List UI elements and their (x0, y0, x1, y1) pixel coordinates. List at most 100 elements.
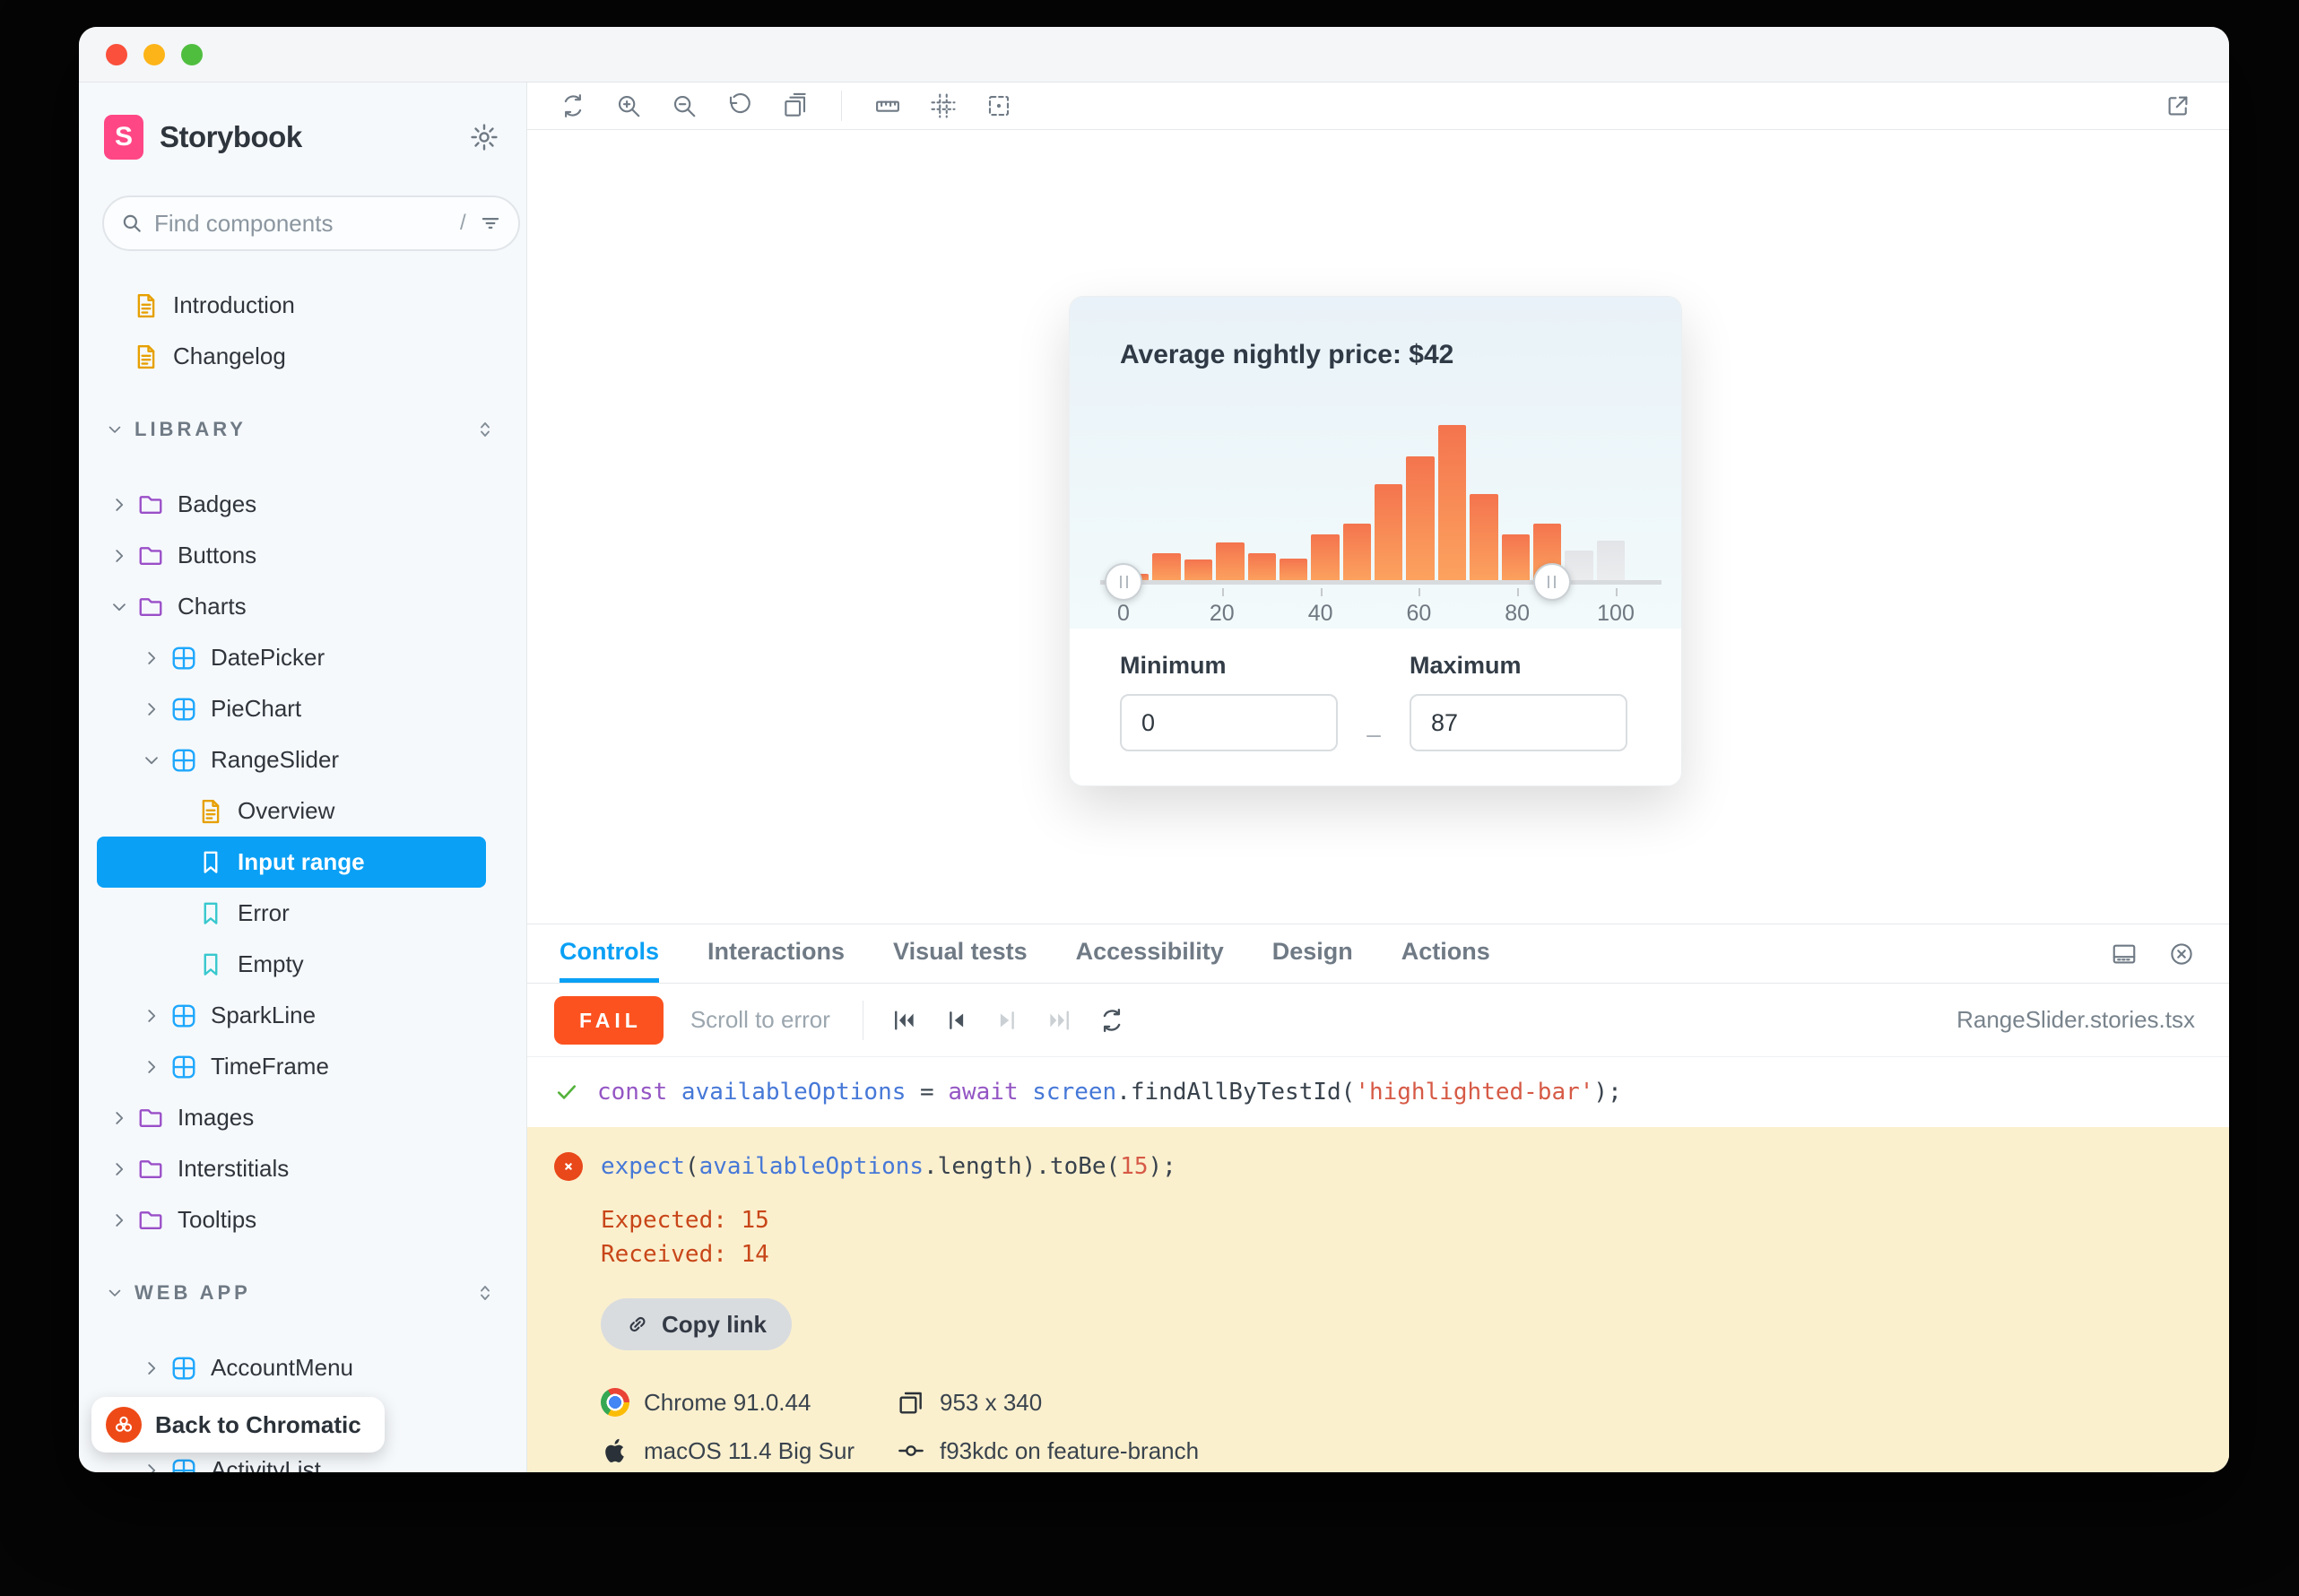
zoom-reset-icon[interactable] (712, 82, 768, 129)
sidebar-item-library[interactable]: LIBRARY (79, 407, 526, 452)
status-badge: FAIL (554, 996, 664, 1045)
axis-tick (1616, 588, 1618, 596)
zoom-out-icon[interactable] (656, 82, 712, 129)
sidebar-item-overview[interactable]: Overview (79, 785, 526, 837)
search-box[interactable]: / (102, 195, 520, 251)
sidebar-item-datepicker[interactable]: DatePicker (79, 632, 526, 683)
window-content: S Storybook / + IntroductionChangelogLIB… (79, 82, 2229, 1472)
slider-handle-max[interactable] (1533, 563, 1571, 601)
range-inputs-section: Minimum – Maximum (1070, 629, 1681, 751)
sidebar-item-input-range[interactable]: Input range (97, 837, 486, 888)
sidebar-item-sparkline[interactable]: SparkLine (79, 990, 526, 1041)
tab-visual-tests[interactable]: Visual tests (893, 924, 1028, 983)
remount-icon[interactable] (545, 82, 601, 129)
sidebar-item-label: Images (178, 1104, 254, 1132)
grid-icon[interactable] (915, 82, 971, 129)
panel-tabs: Controls Interactions Visual tests Accessib… (560, 924, 1490, 983)
external-link-icon[interactable] (2150, 82, 2206, 129)
sidebar-item-label: DatePicker (211, 644, 325, 672)
settings-gear-icon[interactable] (469, 122, 499, 152)
axis-tick-label: 40 (1308, 601, 1333, 627)
sidebar-item-label: LIBRARY (134, 418, 247, 441)
close-panel-icon[interactable] (2168, 941, 2195, 967)
histogram-bar (1438, 425, 1466, 582)
search-input[interactable] (154, 210, 455, 238)
histogram-bar (1152, 553, 1180, 582)
passed-step-code: const availableOptions = await screen.fi… (597, 1079, 1622, 1106)
component-icon (170, 1002, 197, 1029)
addon-panel: Controls Interactions Visual tests Accessib… (527, 924, 2229, 1472)
folder-icon (137, 1156, 164, 1183)
scroll-to-error-link[interactable]: Scroll to error (690, 1006, 830, 1034)
sidebar-item-label: SparkLine (211, 1002, 316, 1029)
measure-icon[interactable] (860, 82, 915, 129)
copy-link-button[interactable]: Copy link (601, 1298, 792, 1350)
tab-interactions[interactable]: Interactions (707, 924, 845, 983)
minimum-input[interactable] (1120, 694, 1338, 751)
axis-tick (1321, 588, 1323, 596)
window-minimize-button[interactable] (143, 44, 165, 65)
sidebar-item-images[interactable]: Images (79, 1092, 526, 1143)
sidebar-item-charts[interactable]: Charts (79, 581, 526, 632)
sidebar-item-interstitials[interactable]: Interstitials (79, 1143, 526, 1194)
slider-track[interactable] (1100, 580, 1661, 585)
rerun-icon[interactable] (1086, 994, 1138, 1046)
tab-design[interactable]: Design (1272, 924, 1353, 983)
expand-collapse-icon[interactable] (474, 1282, 496, 1304)
tab-accessibility[interactable]: Accessibility (1076, 924, 1224, 983)
code-token: availableOptions (699, 1153, 924, 1180)
histogram-bars (1121, 425, 1625, 582)
zoom-in-icon[interactable] (601, 82, 656, 129)
viewport-icon[interactable] (768, 82, 823, 129)
sidebar-item-introduction[interactable]: Introduction (79, 280, 526, 331)
tab-controls[interactable]: Controls (560, 924, 659, 983)
bookmark-icon (197, 849, 224, 876)
step-back-icon[interactable] (930, 994, 982, 1046)
window-close-button[interactable] (106, 44, 127, 65)
storybook-logo-icon: S (104, 115, 143, 160)
sidebar-item-piechart[interactable]: PieChart (79, 683, 526, 734)
sidebar-item-error[interactable]: Error (79, 888, 526, 939)
outline-icon[interactable] (971, 82, 1027, 129)
folder-icon (137, 491, 164, 518)
chevron-down-icon (106, 1284, 124, 1302)
maximum-input[interactable] (1410, 694, 1627, 751)
sidebar-item-label: Interstitials (178, 1155, 289, 1183)
tab-actions[interactable]: Actions (1401, 924, 1490, 983)
sidebar-item-timeframe[interactable]: TimeFrame (79, 1041, 526, 1092)
component-icon (170, 645, 197, 672)
histogram-bar (1216, 542, 1244, 582)
sidebar-item-empty[interactable]: Empty (79, 939, 526, 990)
panel-position-icon[interactable] (2111, 941, 2138, 967)
sidebar-item-badges[interactable]: Badges (79, 479, 526, 530)
window-zoom-button[interactable] (181, 44, 203, 65)
histogram-bar (1375, 484, 1402, 582)
folder-icon (137, 1105, 164, 1132)
expand-collapse-icon[interactable] (474, 419, 496, 440)
chrome-icon (601, 1388, 629, 1417)
test-runbar: FAIL Scroll to error RangeSlider.stories… (527, 984, 2229, 1057)
histogram-bar (1470, 494, 1497, 582)
sidebar-item-accountmenu[interactable]: AccountMenu (79, 1342, 526, 1393)
sidebar-item-web-app[interactable]: WEB APP (79, 1271, 526, 1315)
sidebar-item-changelog[interactable]: Changelog (79, 331, 526, 382)
sidebar-item-label: Buttons (178, 542, 256, 569)
search-shortcut: / (460, 211, 466, 236)
filter-icon[interactable] (479, 212, 502, 235)
sidebar-item-tooltips[interactable]: Tooltips (79, 1194, 526, 1245)
jump-start-icon[interactable] (878, 994, 930, 1046)
sidebar-item-buttons[interactable]: Buttons (79, 530, 526, 581)
chevron-right-icon (142, 648, 161, 668)
check-icon (554, 1080, 579, 1105)
viewport-size-icon (897, 1388, 925, 1417)
sidebar-item-label: Introduction (173, 291, 295, 319)
sidebar-item-rangeslider[interactable]: RangeSlider (79, 734, 526, 785)
brand-title: Storybook (160, 120, 302, 154)
chevron-right-icon (109, 546, 129, 566)
panel-tabbar: Controls Interactions Visual tests Accessib… (527, 924, 2229, 984)
histogram-bar (1502, 534, 1530, 582)
slider-handle-min[interactable] (1105, 563, 1142, 601)
failed-step-code: expect(availableOptions.length).toBe(15)… (601, 1153, 1176, 1180)
maximum-field: Maximum (1410, 652, 1627, 751)
back-to-chromatic-button[interactable]: Back to Chromatic (91, 1397, 385, 1453)
